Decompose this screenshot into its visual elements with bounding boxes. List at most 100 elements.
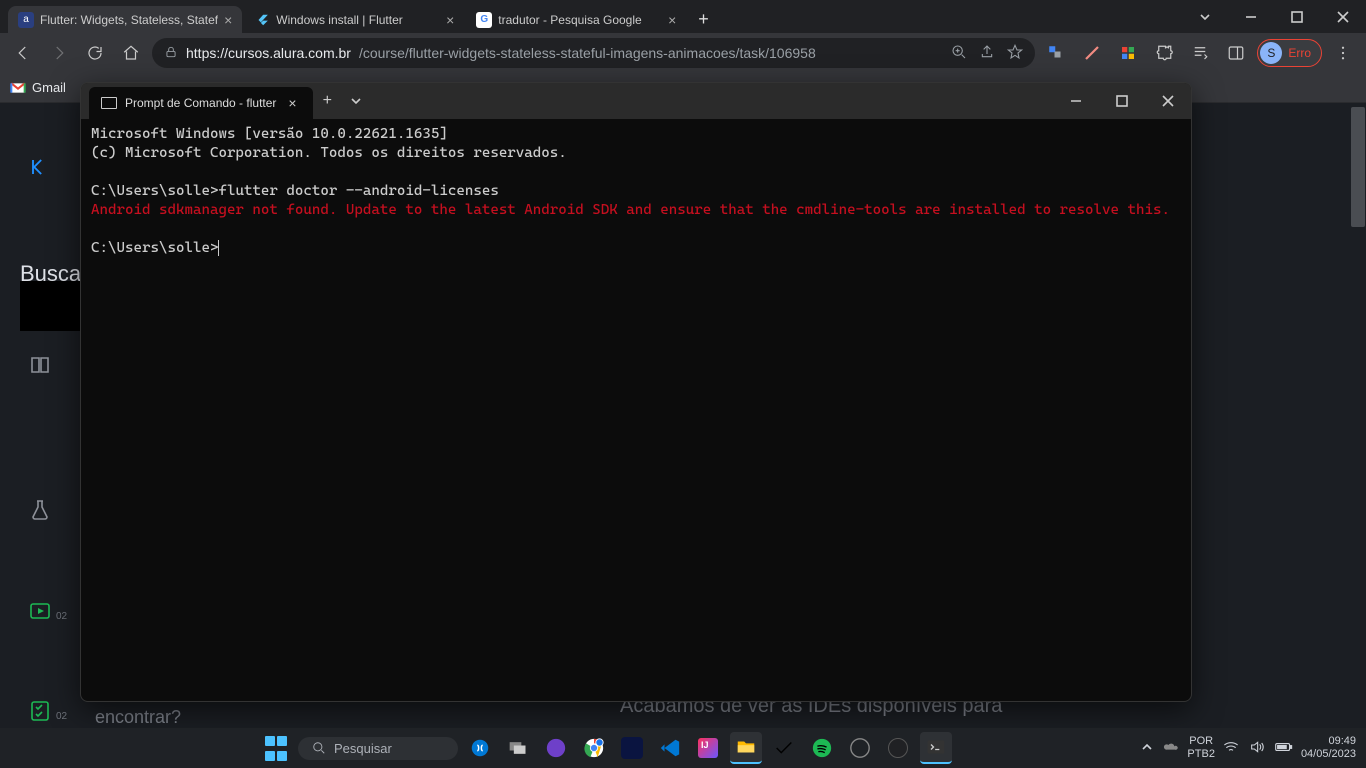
dell-icon[interactable]: [844, 732, 876, 764]
bookmark-gmail[interactable]: Gmail: [10, 80, 66, 95]
flask-icon[interactable]: [28, 498, 52, 527]
tray-onedrive-icon[interactable]: [1163, 741, 1179, 756]
clock[interactable]: 09:49 04/05/2023: [1301, 735, 1356, 761]
play-icon[interactable]: [28, 599, 52, 628]
favicon-google: G: [476, 12, 492, 28]
url-domain: https://cursos.alura.com.br: [186, 45, 351, 61]
browser-toolbar: https://cursos.alura.com.br/course/flutt…: [0, 33, 1366, 73]
copilot-icon[interactable]: [464, 732, 496, 764]
clock-time: 09:49: [1301, 735, 1356, 748]
extension-icon-2[interactable]: [1077, 38, 1107, 68]
taskbar: Pesquisar IJ POR PTB2 09:49 04/: [0, 728, 1366, 768]
start-button[interactable]: [260, 732, 292, 764]
lock-icon: [164, 45, 178, 62]
new-tab-button[interactable]: +: [688, 6, 719, 33]
sidepanel-icon[interactable]: [1221, 38, 1251, 68]
tab-title-0: Flutter: Widgets, Stateless, Statef: [40, 13, 218, 27]
term-prompt-1: C:\Users\solle>: [91, 183, 218, 199]
tab-close-2[interactable]: ×: [668, 12, 676, 28]
scroll-thumb[interactable]: [1351, 107, 1365, 227]
tray-chevron-icon[interactable]: [1141, 741, 1153, 756]
terminal-maximize-button[interactable]: [1099, 83, 1145, 119]
browser-tab-0[interactable]: a Flutter: Widgets, Stateless, Statef ×: [8, 6, 242, 33]
forward-button[interactable]: [44, 38, 74, 68]
share-icon[interactable]: [979, 44, 995, 63]
translate-extension-icon[interactable]: [1041, 38, 1071, 68]
tab-close-1[interactable]: ×: [446, 12, 454, 28]
term-prompt-2: C:\Users\solle>: [91, 240, 218, 256]
url-path: /course/flutter-widgets-stateless-statef…: [359, 45, 816, 61]
system-tray: POR PTB2 09:49 04/05/2023: [1141, 735, 1356, 761]
course-sidebar: 01. F 02 02: [0, 103, 80, 728]
volume-icon[interactable]: [1249, 740, 1265, 757]
terminal-minimize-button[interactable]: [1053, 83, 1099, 119]
terminal-tab[interactable]: Prompt de Comando - flutter ×: [89, 87, 313, 119]
reload-button[interactable]: [80, 38, 110, 68]
browser-window-controls: [1182, 0, 1366, 33]
task-view-icon[interactable]: [502, 732, 534, 764]
terminal-close-button[interactable]: [1145, 83, 1191, 119]
zoom-icon[interactable]: [951, 44, 967, 63]
browser-titlebar: a Flutter: Widgets, Stateless, Statef × …: [0, 0, 1366, 33]
address-bar[interactable]: https://cursos.alura.com.br/course/flutt…: [152, 38, 1035, 68]
app-icon[interactable]: [882, 732, 914, 764]
term-error: Android sdkmanager not found. Update to …: [91, 202, 1170, 218]
profile-status: Erro: [1288, 46, 1311, 60]
back-button[interactable]: [8, 38, 38, 68]
search-icon: [312, 741, 326, 755]
checklist-icon[interactable]: [28, 699, 52, 728]
profile-avatar: S: [1260, 42, 1282, 64]
terminal-window: Prompt de Comando - flutter × + Microsof…: [80, 82, 1192, 702]
clock-date: 04/05/2023: [1301, 748, 1356, 761]
term-line-1: Microsoft Windows [versão 10.0.22621.163…: [91, 126, 448, 142]
side-count-1: 02: [56, 611, 67, 622]
terminal-tab-title: Prompt de Comando - flutter: [125, 96, 276, 110]
home-button[interactable]: [116, 38, 146, 68]
favicon-flutter: [254, 12, 270, 28]
term-cmd-1: flutter doctor --android-licenses: [218, 183, 498, 199]
minimize-button[interactable]: [1228, 0, 1274, 33]
browser-tab-2[interactable]: G tradutor - Pesquisa Google ×: [466, 6, 686, 33]
star-icon[interactable]: [1007, 44, 1023, 63]
terminal-tab-close[interactable]: ×: [284, 95, 300, 111]
reading-list-icon[interactable]: [1185, 38, 1215, 68]
bookmark-gmail-label: Gmail: [32, 80, 66, 95]
todo-icon[interactable]: [768, 732, 800, 764]
file-explorer-icon[interactable]: [730, 732, 762, 764]
book-icon[interactable]: [28, 354, 52, 383]
vscode-icon[interactable]: [654, 732, 686, 764]
wifi-icon[interactable]: [1223, 740, 1239, 757]
maximize-button[interactable]: [1274, 0, 1320, 33]
window-chevron-icon[interactable]: [1182, 0, 1228, 33]
kebab-menu[interactable]: [1328, 38, 1358, 68]
github-desktop-icon[interactable]: [540, 732, 572, 764]
page-scrollbar[interactable]: [1350, 103, 1366, 728]
taskbar-search-placeholder: Pesquisar: [334, 741, 392, 756]
favicon-alura: a: [18, 12, 34, 28]
tab-title-2: tradutor - Pesquisa Google: [498, 13, 662, 27]
battery-icon[interactable]: [1275, 741, 1293, 756]
language-indicator[interactable]: POR PTB2: [1187, 735, 1215, 761]
tab-title-1: Windows install | Flutter: [276, 13, 440, 27]
collapse-button[interactable]: [20, 153, 60, 181]
terminal-new-tab[interactable]: +: [313, 83, 342, 119]
taskbar-search[interactable]: Pesquisar: [298, 737, 458, 760]
terminal-body[interactable]: Microsoft Windows [versão 10.0.22621.163…: [81, 119, 1191, 701]
cmd-icon: [101, 97, 117, 109]
close-button[interactable]: [1320, 0, 1366, 33]
spotify-icon[interactable]: [806, 732, 838, 764]
extensions-button[interactable]: [1149, 38, 1179, 68]
intellij-icon[interactable]: IJ: [692, 732, 724, 764]
gmail-icon: [10, 82, 26, 94]
profile-badge[interactable]: S Erro: [1257, 39, 1322, 67]
chrome-icon[interactable]: [578, 732, 610, 764]
tab-close-0[interactable]: ×: [224, 12, 232, 28]
terminal-taskbar-icon[interactable]: [920, 732, 952, 764]
terminal-titlebar[interactable]: Prompt de Comando - flutter × +: [81, 83, 1191, 119]
terminal-dropdown-icon[interactable]: [342, 83, 370, 119]
browser-tab-1[interactable]: Windows install | Flutter ×: [244, 6, 464, 33]
side-count-2: 02: [56, 711, 67, 722]
term-line-2: (c) Microsoft Corporation. Todos os dire…: [91, 145, 567, 161]
extension-icon-3[interactable]: [1113, 38, 1143, 68]
disney-icon[interactable]: [616, 732, 648, 764]
